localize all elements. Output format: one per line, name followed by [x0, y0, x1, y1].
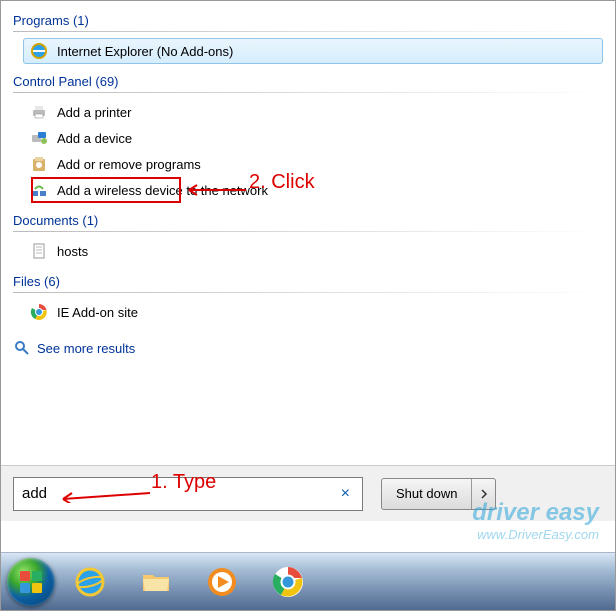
clear-search-button[interactable]: × — [337, 485, 354, 503]
ie-icon — [73, 565, 107, 599]
shutdown-button[interactable]: Shut down — [382, 479, 471, 509]
taskbar-ie[interactable] — [59, 560, 121, 604]
start-button[interactable] — [7, 558, 55, 606]
result-label: Internet Explorer (No Add-ons) — [57, 44, 233, 59]
section-programs-header: Programs (1) — [13, 13, 603, 28]
taskbar-media-player[interactable] — [191, 560, 253, 604]
result-label: Add a device — [57, 131, 132, 146]
search-box[interactable]: × — [13, 477, 363, 511]
result-label: hosts — [57, 244, 88, 259]
result-label: Add a printer — [57, 105, 131, 120]
section-documents-header: Documents (1) — [13, 213, 603, 228]
result-label: IE Add-on site — [57, 305, 138, 320]
taskbar-chrome[interactable] — [257, 560, 319, 604]
search-input[interactable] — [22, 485, 337, 502]
windows-logo-icon — [16, 567, 46, 597]
divider — [13, 231, 603, 232]
result-add-printer[interactable]: Add a printer — [23, 99, 603, 125]
see-more-label: See more results — [37, 341, 135, 356]
result-ie-addon-site[interactable]: IE Add-on site — [23, 299, 603, 325]
folder-icon — [139, 565, 173, 599]
search-icon — [13, 339, 31, 357]
start-menu-bottom-bar: × Shut down — [1, 465, 615, 521]
shutdown-options-arrow[interactable] — [471, 479, 495, 509]
result-add-remove-programs[interactable]: Add or remove programs — [23, 151, 603, 177]
section-control-panel-header: Control Panel (69) — [13, 74, 603, 89]
divider — [13, 292, 603, 293]
result-internet-explorer[interactable]: Internet Explorer (No Add-ons) — [23, 38, 603, 64]
media-player-icon — [205, 565, 239, 599]
chrome-icon — [271, 565, 305, 599]
wireless-icon — [29, 180, 49, 200]
result-hosts[interactable]: hosts — [23, 238, 603, 264]
chrome-icon — [29, 302, 49, 322]
shutdown-label: Shut down — [396, 486, 457, 501]
result-label: Add or remove programs — [57, 157, 201, 172]
textfile-icon — [29, 241, 49, 261]
shutdown-split-button: Shut down — [381, 478, 496, 510]
taskbar — [1, 552, 615, 610]
divider — [13, 31, 603, 32]
divider — [13, 92, 603, 93]
result-add-device[interactable]: Add a device — [23, 125, 603, 151]
see-more-results-link[interactable]: See more results — [13, 339, 603, 357]
section-files-header: Files (6) — [13, 274, 603, 289]
ie-icon — [29, 41, 49, 61]
result-label: Add a wireless device to the network — [57, 183, 268, 198]
printer-icon — [29, 102, 49, 122]
programs-icon — [29, 154, 49, 174]
result-add-wireless-device[interactable]: Add a wireless device to the network — [23, 177, 603, 203]
start-menu-search-results: Programs (1) Internet Explorer (No Add-o… — [1, 1, 615, 465]
watermark-sub: www.DriverEasy.com — [472, 527, 599, 542]
taskbar-explorer[interactable] — [125, 560, 187, 604]
device-icon — [29, 128, 49, 148]
